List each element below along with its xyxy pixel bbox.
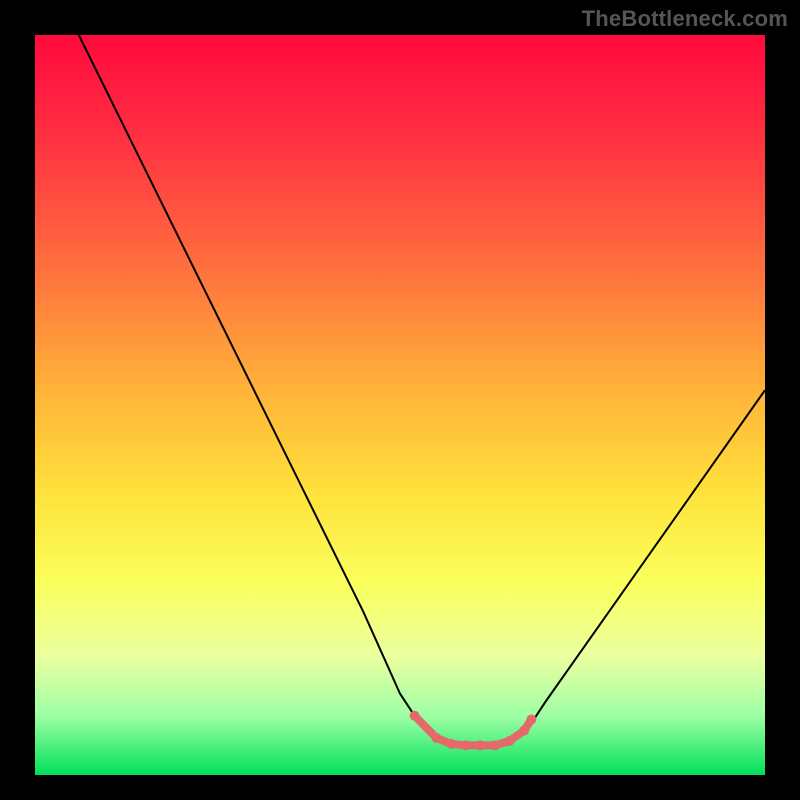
flat-region-markers bbox=[410, 711, 537, 751]
curve-layer bbox=[35, 35, 765, 775]
flat-region-dot bbox=[526, 715, 536, 725]
flat-region-dot bbox=[519, 726, 529, 736]
flat-region-dot bbox=[505, 736, 515, 746]
flat-region-dot bbox=[490, 740, 500, 750]
flat-region-dot bbox=[446, 739, 456, 749]
flat-region-dot bbox=[461, 740, 471, 750]
chart-frame: TheBottleneck.com bbox=[0, 0, 800, 800]
plot-area bbox=[35, 35, 765, 775]
bottleneck-curve bbox=[79, 35, 765, 745]
watermark-text: TheBottleneck.com bbox=[582, 6, 788, 32]
flat-region-dot bbox=[410, 711, 420, 721]
flat-region-dot bbox=[432, 733, 442, 743]
flat-region-dot bbox=[475, 740, 485, 750]
